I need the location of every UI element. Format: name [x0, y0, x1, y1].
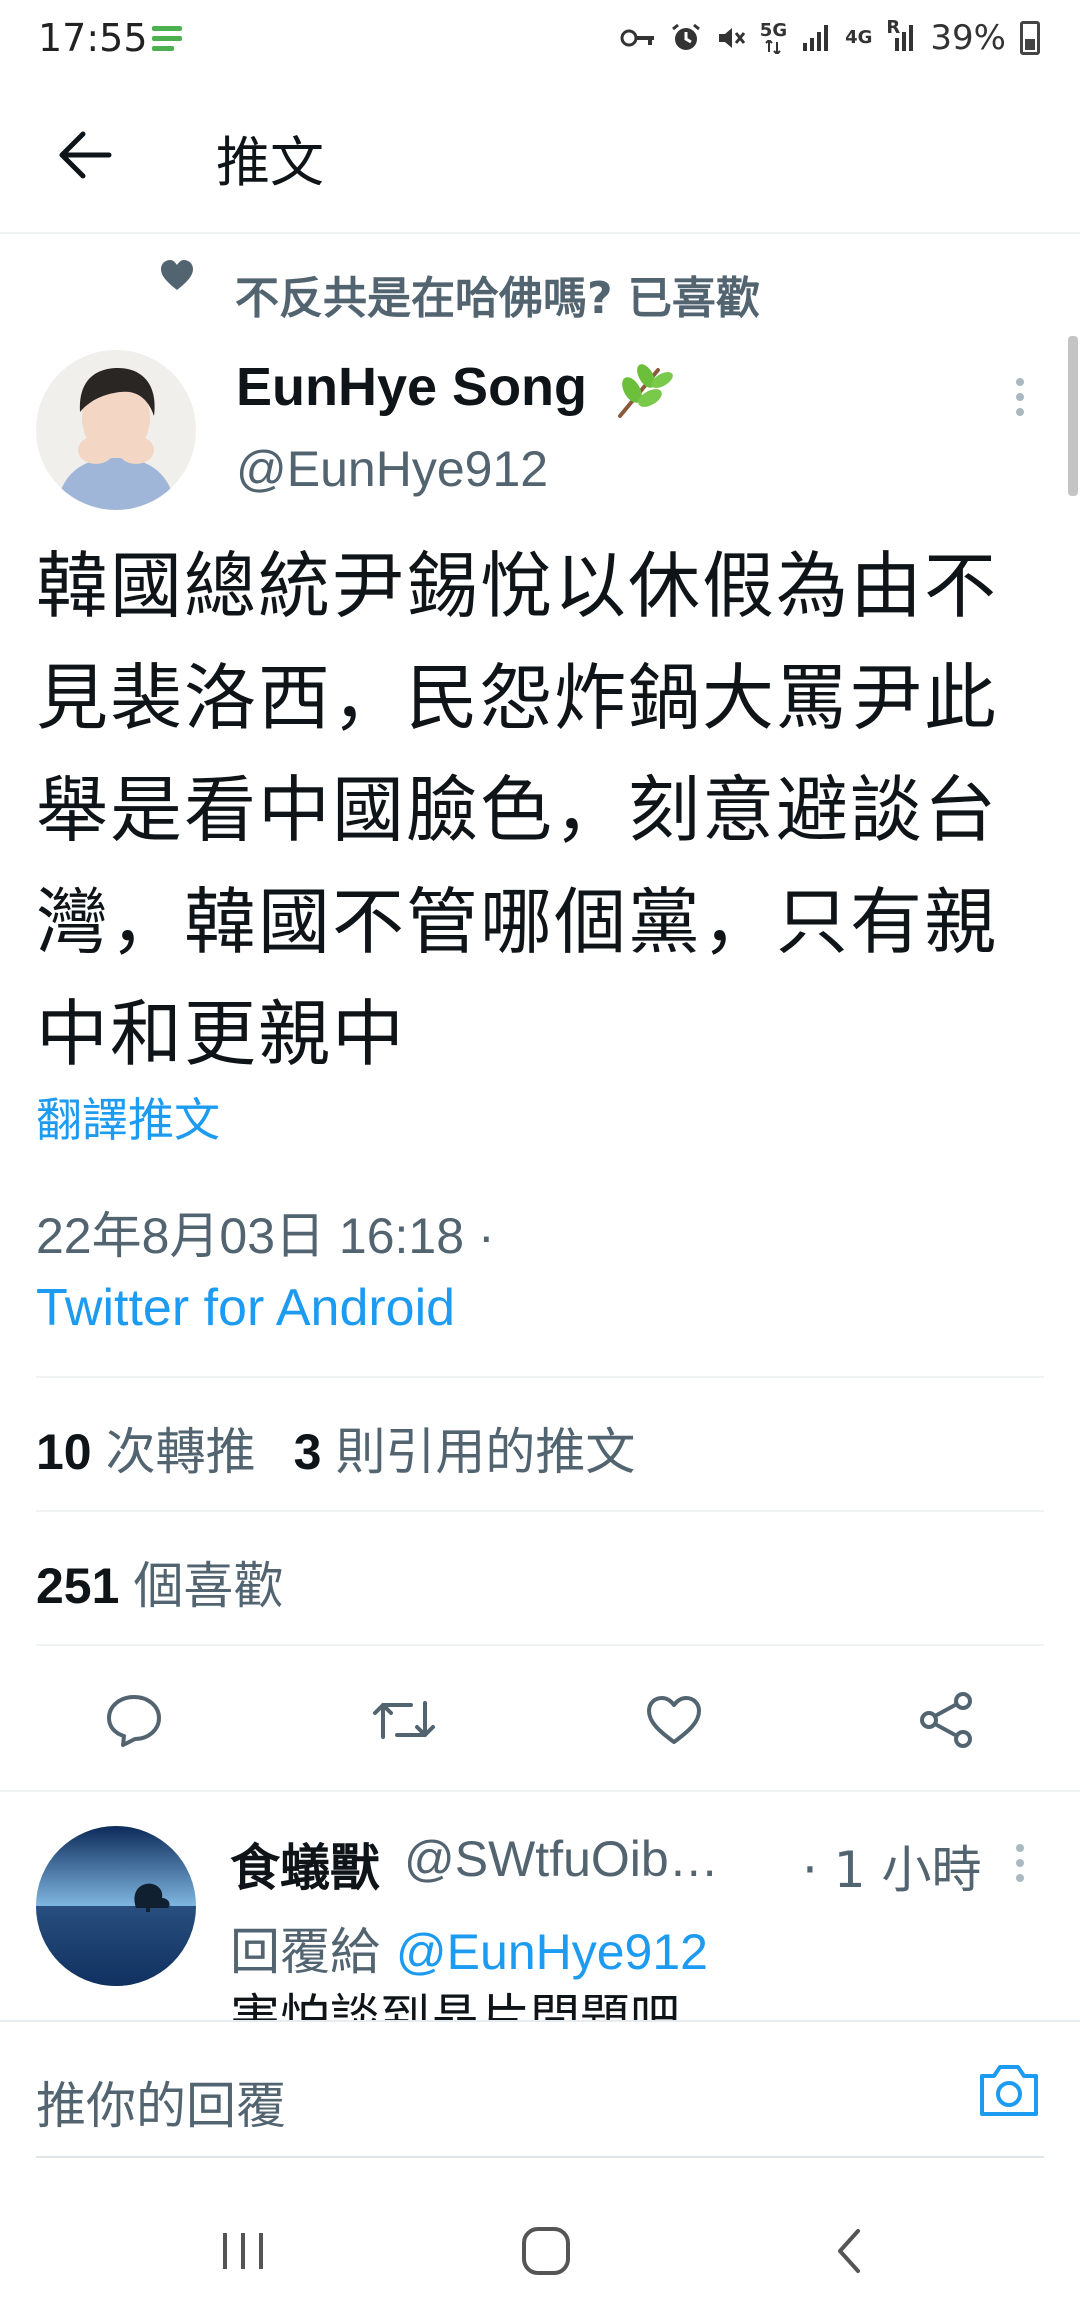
- more-dot-icon: [1016, 393, 1024, 401]
- reply-compose-bar: 推你的回覆: [0, 2020, 1080, 2156]
- compose-underline: [36, 2156, 1044, 2158]
- reply-text-container: 害怕談到晶片問題吧: [230, 1988, 1050, 2020]
- social-context-label: 不反共是在哈佛嗎? 已喜歡: [235, 273, 760, 324]
- signal-icon-1: [803, 25, 829, 51]
- tweet-more-options-button[interactable]: [1000, 372, 1040, 422]
- back-arrow-icon: [59, 131, 112, 179]
- reply-to-prefix: 回覆給: [230, 1923, 396, 1981]
- quotes-count[interactable]: 3: [294, 1423, 322, 1481]
- tweet-actions: [0, 1660, 1080, 1776]
- recent-apps-button[interactable]: [208, 2216, 278, 2286]
- divider: [36, 1376, 1044, 1378]
- reply-author-handle[interactable]: @SWtfuOib…: [404, 1830, 719, 1888]
- reply-to-handle-link[interactable]: @EunHye912: [396, 1924, 708, 1980]
- vpn-key-icon: [620, 29, 654, 47]
- leaf-emoji-icon: [618, 364, 673, 418]
- network-5g-label: 5G: [760, 19, 787, 57]
- divider: [36, 1510, 1044, 1512]
- reply-text: 害怕談到晶片問題吧: [230, 1989, 680, 2020]
- author-handle[interactable]: @EunHye912: [236, 440, 548, 498]
- status-time: 17:55: [38, 16, 148, 60]
- data-arrows-icon: [765, 40, 782, 54]
- retweets-label[interactable]: 次轉推: [106, 1412, 256, 1484]
- quotes-label[interactable]: 則引用的推文: [335, 1412, 635, 1484]
- reply-time: · 1 小時: [802, 1841, 982, 1899]
- reply-avatar-image: [36, 1826, 196, 1986]
- engagement-stats: 10 次轉推 3 則引用的推文: [36, 1412, 673, 1484]
- author-avatar[interactable]: [36, 350, 196, 510]
- reply-button[interactable]: [98, 1684, 170, 1756]
- network-4g-label: 4G: [845, 27, 873, 48]
- heart-outline-icon: [647, 1696, 701, 1744]
- reply-author-name[interactable]: 食蟻獸: [230, 1828, 380, 1900]
- more-dot-icon: [1016, 378, 1024, 386]
- retweet-button[interactable]: [368, 1684, 440, 1756]
- back-chevron-icon: [838, 2229, 860, 2273]
- page-title: 推文: [216, 131, 324, 194]
- status-bar: 17:55 5G 4G R 39%: [0, 0, 1080, 80]
- avatar-image: [36, 350, 196, 510]
- reply-input[interactable]: 推你的回覆: [36, 2066, 286, 2138]
- battery-icon: [1020, 21, 1040, 55]
- author-name[interactable]: EunHye Song: [236, 356, 587, 418]
- battery-percent: 39%: [930, 18, 1006, 58]
- more-dot-icon: [1016, 1844, 1024, 1852]
- data-saver-icon: [152, 26, 182, 51]
- more-dot-icon: [1016, 1874, 1024, 1882]
- top-app-bar: 推文: [0, 80, 1080, 234]
- reply-to-line: 回覆給 @EunHye912: [230, 1912, 708, 1984]
- tweet-text: 韓國總統尹錫悅以休假為由不見裴洛西，民怨炸鍋大罵尹此舉是看中國臉色，刻意避談台灣…: [36, 544, 999, 1076]
- roaming-indicator: R: [886, 19, 916, 57]
- like-button[interactable]: [638, 1684, 710, 1756]
- tweet-source-link[interactable]: Twitter for Android: [36, 1278, 455, 1338]
- retweets-count[interactable]: 10: [36, 1423, 92, 1481]
- divider: [36, 1644, 1044, 1646]
- home-button[interactable]: [511, 2216, 581, 2286]
- more-dot-icon: [1016, 1859, 1024, 1867]
- mute-icon: [718, 28, 745, 48]
- home-icon: [522, 2227, 570, 2275]
- reply-more-options-button[interactable]: [1000, 1838, 1040, 1888]
- likes-stats: 251 個喜歡: [36, 1546, 321, 1618]
- social-context[interactable]: 不反共是在哈佛嗎? 已喜歡: [161, 260, 760, 326]
- system-nav-bar: [0, 2176, 1080, 2316]
- share-icon: [920, 1692, 972, 1748]
- translate-tweet-link[interactable]: 翻譯推文: [36, 1084, 220, 1150]
- retweet-icon: [373, 1701, 435, 1739]
- alarm-icon: [671, 23, 700, 50]
- reply-author-avatar[interactable]: [36, 1826, 196, 1986]
- back-nav-button[interactable]: [814, 2216, 884, 2286]
- reply-icon: [107, 1695, 161, 1747]
- share-button[interactable]: [910, 1684, 982, 1756]
- back-button[interactable]: [50, 120, 120, 190]
- camera-icon[interactable]: [976, 2060, 1042, 2120]
- heart-filled-icon: [161, 260, 193, 290]
- likes-label[interactable]: 個喜歡: [133, 1546, 283, 1618]
- likes-count[interactable]: 251: [36, 1557, 119, 1615]
- scrollbar-thumb[interactable]: [1068, 336, 1078, 496]
- tweet-timestamp[interactable]: 22年8月03日 16:18 ·: [36, 1196, 495, 1268]
- status-icons: 5G 4G R 39%: [620, 18, 1040, 58]
- section-divider: [0, 1790, 1080, 1792]
- more-dot-icon: [1016, 408, 1024, 416]
- recent-apps-icon: [223, 2233, 263, 2269]
